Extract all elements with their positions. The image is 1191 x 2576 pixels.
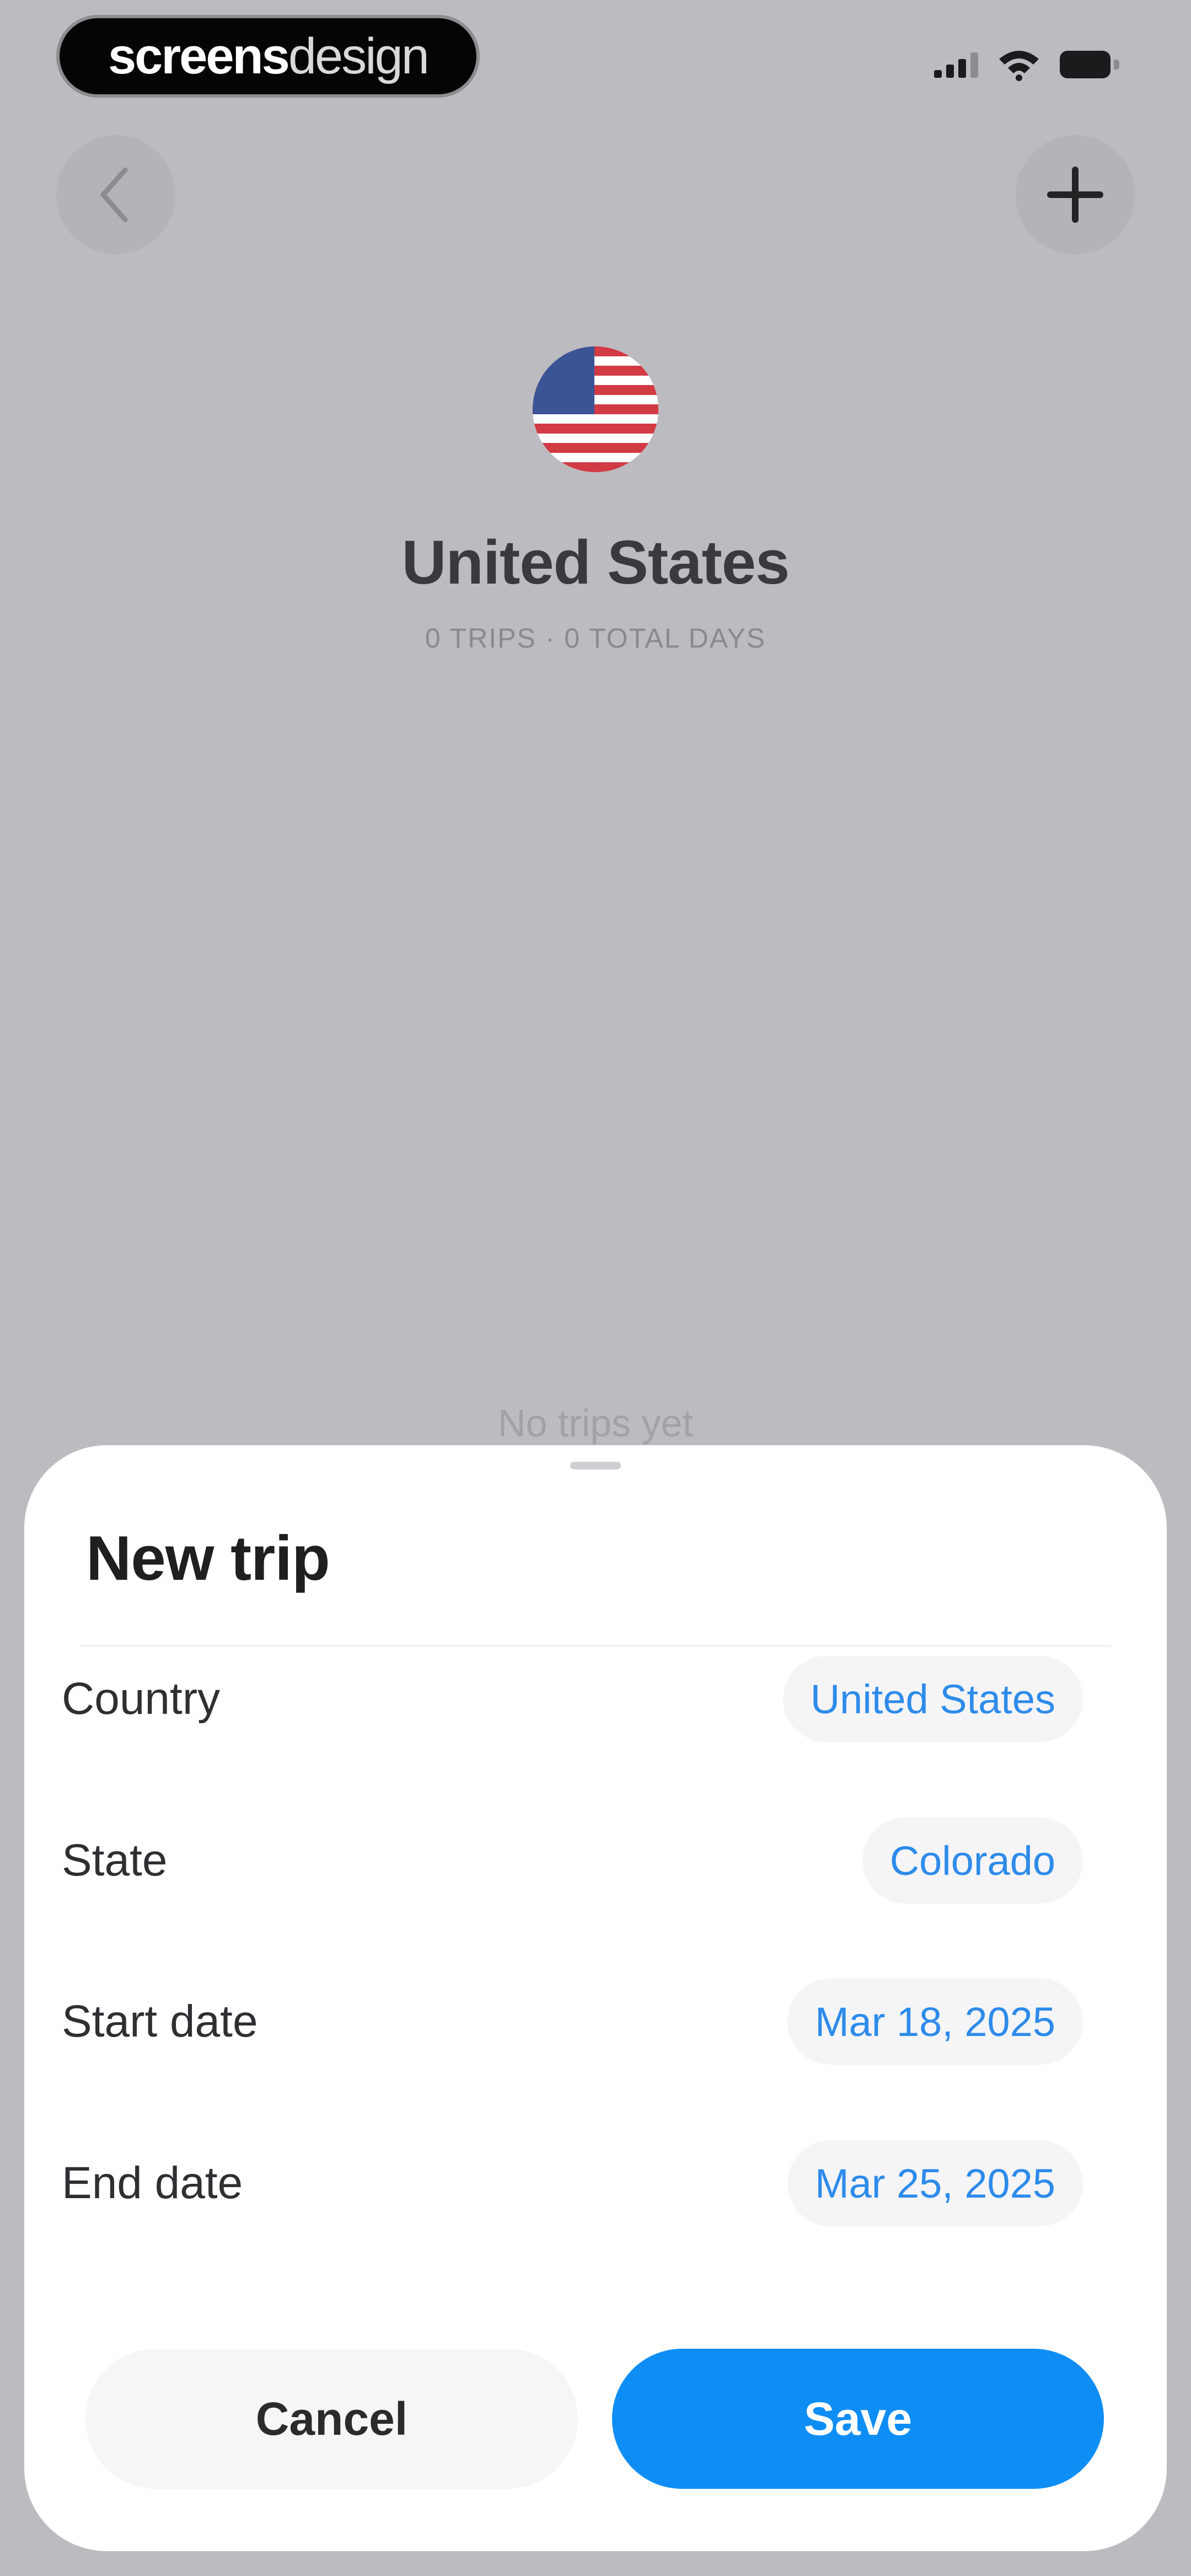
wifi-icon: [999, 51, 1039, 81]
state-picker[interactable]: Colorado: [862, 1818, 1083, 1904]
country-picker[interactable]: United States: [782, 1656, 1083, 1742]
brand-name-strong: screens: [108, 28, 290, 84]
cancel-button[interactable]: Cancel: [85, 2349, 578, 2489]
save-button[interactable]: Save: [612, 2349, 1104, 2489]
country-label: Country: [62, 1674, 221, 1724]
end-date-label: End date: [62, 2158, 243, 2208]
chevron-left-icon: [100, 167, 128, 222]
start-date-row: Start date Mar 18, 2025: [62, 1975, 1083, 2069]
add-trip-button[interactable]: [1016, 135, 1135, 254]
sheet-grabber[interactable]: [570, 1462, 621, 1469]
brand-name-light: design: [288, 28, 430, 84]
status-icons: [934, 45, 1119, 84]
divider: [79, 1645, 1112, 1647]
state-label: State: [62, 1835, 168, 1885]
cellular-signal-icon: [934, 51, 978, 78]
us-flag-icon: [533, 346, 658, 472]
end-date-row: End date Mar 25, 2025: [62, 2136, 1083, 2230]
start-date-picker[interactable]: Mar 18, 2025: [787, 1979, 1083, 2065]
trip-stats: 0 TRIPS · 0 TOTAL DAYS: [425, 623, 766, 654]
plus-icon: [1047, 167, 1103, 223]
sheet-title: New trip: [86, 1524, 330, 1594]
back-button[interactable]: [56, 135, 175, 254]
end-date-picker[interactable]: Mar 25, 2025: [787, 2140, 1083, 2226]
country-row: Country United States: [62, 1652, 1083, 1746]
empty-state-message: No trips yet: [498, 1402, 693, 1445]
screensdesign-logo: screens design: [60, 18, 476, 94]
country-title: United States: [401, 528, 790, 597]
battery-icon: [1060, 51, 1119, 78]
start-date-label: Start date: [62, 1996, 258, 2046]
state-row: State Colorado: [62, 1814, 1083, 1907]
